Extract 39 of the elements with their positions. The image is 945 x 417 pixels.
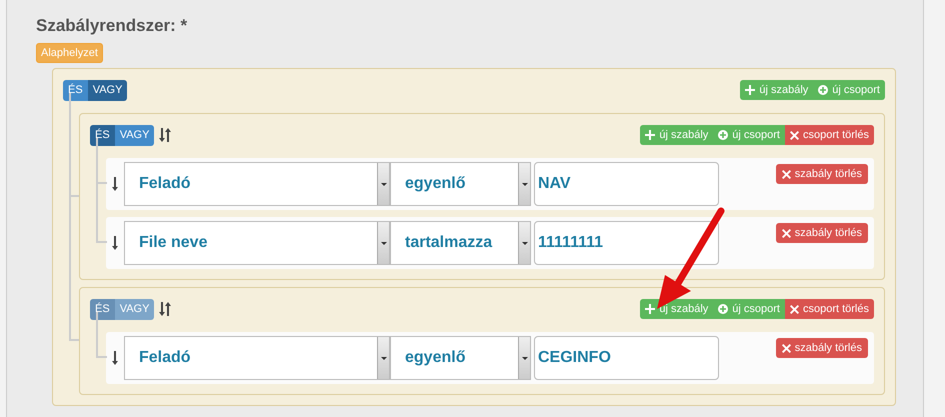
arrow-down-icon[interactable] bbox=[112, 236, 118, 250]
field-dropdown[interactable]: Feladó bbox=[124, 162, 390, 206]
operator-dropdown[interactable]: egyenlő bbox=[390, 162, 531, 206]
condition-toggle[interactable]: ÉS bbox=[63, 80, 88, 100]
plus-circle-icon bbox=[718, 130, 728, 140]
caret-icon bbox=[522, 242, 528, 244]
operator-dropdown[interactable]: tartalmazza bbox=[390, 221, 531, 265]
arrow-down-icon[interactable] bbox=[112, 351, 118, 365]
close-icon bbox=[782, 170, 791, 178]
close-icon bbox=[790, 130, 799, 140]
section-title: Szabályrendszer: * bbox=[36, 16, 188, 36]
sort-icon[interactable] bbox=[159, 128, 172, 142]
field-dropdown[interactable]: File neve bbox=[124, 221, 390, 265]
delete-group-button[interactable]: csoport törlés bbox=[784, 125, 874, 145]
add-rule-button[interactable]: új szabály bbox=[640, 125, 714, 145]
caret-icon bbox=[380, 242, 386, 244]
caret-icon bbox=[522, 182, 528, 186]
condition-toggle[interactable]: VAGY bbox=[88, 80, 128, 100]
close-icon bbox=[782, 228, 791, 238]
add-rule-button[interactable]: új szabály bbox=[740, 80, 814, 100]
plus-icon bbox=[745, 85, 756, 95]
value-field[interactable]: 11111111 bbox=[534, 221, 719, 265]
condition-toggle[interactable]: VAGY bbox=[114, 124, 154, 146]
value-field[interactable]: NAV bbox=[534, 162, 719, 206]
add-group-button[interactable]: új csoport bbox=[713, 125, 785, 145]
plus-circle-icon bbox=[818, 85, 828, 95]
caret-icon bbox=[380, 356, 386, 360]
arrow-down-icon[interactable] bbox=[112, 177, 118, 191]
close-icon bbox=[782, 344, 791, 352]
plus-icon bbox=[645, 304, 656, 314]
plus-icon bbox=[645, 130, 656, 140]
delete-rule-button[interactable]: szabály törlés bbox=[776, 223, 868, 243]
plus-circle-icon bbox=[718, 304, 728, 314]
condition-toggle[interactable]: ÉS bbox=[90, 124, 115, 146]
caret-icon bbox=[522, 356, 528, 360]
caret-icon bbox=[380, 182, 386, 186]
close-icon bbox=[790, 304, 799, 314]
add-group-button[interactable]: új csoport bbox=[813, 80, 885, 100]
delete-rule-button[interactable]: szabály törlés bbox=[776, 164, 868, 184]
